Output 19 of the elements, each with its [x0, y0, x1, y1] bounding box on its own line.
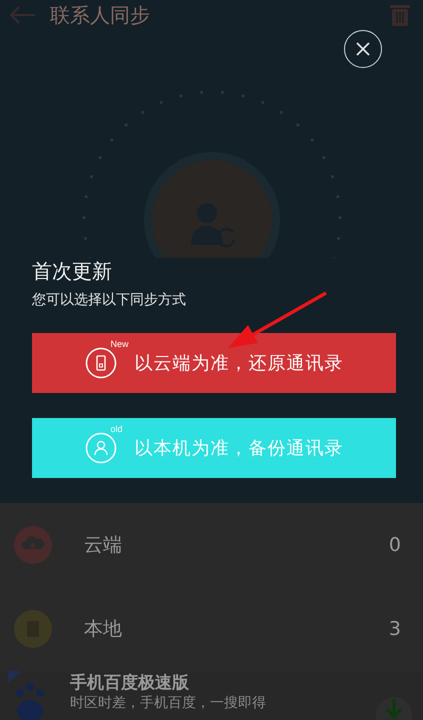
source-label: 云端	[84, 533, 123, 558]
close-icon	[355, 41, 371, 57]
back-arrow-icon[interactable]	[10, 6, 36, 24]
badge-label: old	[110, 424, 123, 434]
trash-icon[interactable]	[389, 3, 411, 27]
contact-count: 0	[388, 534, 401, 556]
close-button[interactable]	[344, 30, 382, 68]
phone-icon	[84, 347, 116, 379]
dialog-subtitle: 您可以选择以下同步方式	[32, 291, 187, 309]
ad-title: 手机百度极速版	[70, 672, 190, 694]
badge-label: New	[110, 339, 129, 349]
dialog-title: 首次更新	[32, 258, 113, 285]
screen-title: 联系人同步	[50, 2, 151, 28]
cloud-upload-icon	[14, 526, 52, 564]
contact-count: 3	[388, 618, 401, 640]
source-label: 本地	[84, 617, 123, 642]
person-icon	[84, 432, 116, 464]
ad-subtitle: 时区时差，手机百度，一搜即得	[70, 694, 267, 712]
sync-option-button[interactable]: New 以云端为准，还原通讯录	[32, 333, 396, 393]
